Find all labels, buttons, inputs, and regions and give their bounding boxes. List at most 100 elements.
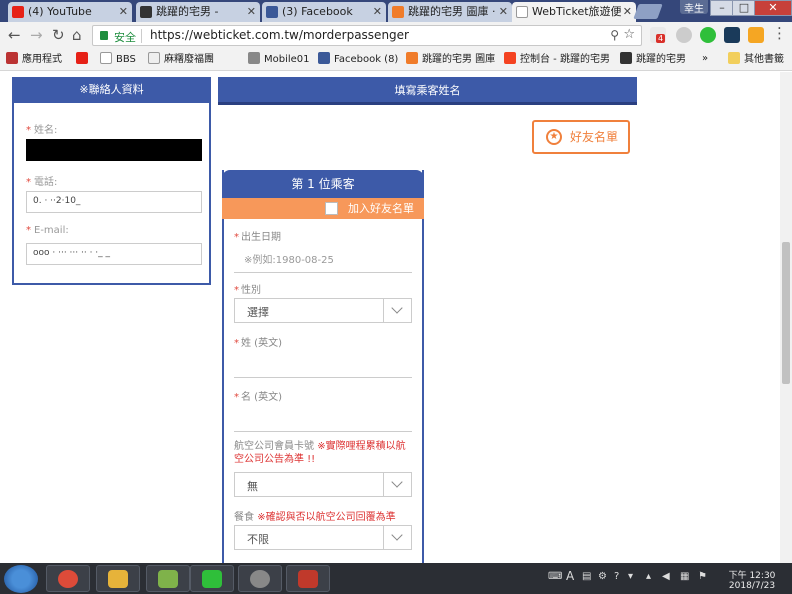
gender-value: 選擇	[247, 306, 269, 319]
add-friend-checkbox[interactable]	[325, 202, 338, 215]
bookmark-star-icon[interactable]: ☆	[623, 27, 635, 42]
bookmark-youtube[interactable]	[76, 52, 92, 67]
friend-list-label: 好友名單	[569, 130, 618, 144]
friend-list-button[interactable]: ★ 好友名單	[532, 120, 630, 154]
email-field[interactable]: ooo · ··· ··· ·· · ·_ _	[26, 243, 202, 265]
tab-label: WebTicket旅遊便	[532, 5, 622, 18]
record-icon	[250, 570, 270, 588]
tab-close-icon[interactable]: ✕	[119, 2, 128, 21]
meal-value: 不限	[247, 533, 269, 546]
chevron-down-icon	[383, 299, 411, 322]
url-text[interactable]: https://webticket.com.tw/morderpassenger	[150, 28, 409, 42]
chart-extension-icon[interactable]	[748, 27, 764, 43]
name-field[interactable]	[26, 139, 202, 161]
bookmark-facebook[interactable]: Facebook (8)	[318, 52, 398, 67]
help-icon[interactable]: ?	[614, 571, 619, 582]
home-icon[interactable]: ⌂	[72, 27, 82, 43]
extension-icon[interactable]: 4	[650, 27, 666, 43]
taskbar-recorder[interactable]	[238, 565, 282, 592]
url-divider	[141, 29, 142, 43]
ime-menu-icon[interactable]: ▾	[628, 571, 633, 582]
close-window-button[interactable]: ✕	[754, 0, 792, 16]
volume-icon[interactable]: ◀	[662, 571, 670, 582]
bookmark-other[interactable]: 其他書籤	[728, 52, 784, 67]
bookmark-label: 應用程式	[22, 54, 62, 65]
profile-name[interactable]: 幸生	[680, 0, 708, 15]
name-label: * 姓名:	[26, 125, 58, 136]
taskbar-line[interactable]	[190, 565, 234, 592]
network-icon[interactable]: ▦	[680, 571, 689, 582]
windows-taskbar: ⌨ A ▤ ⚙ ? ▾ ▴ ◀ ▦ ⚑ 下午 12:30 2018/7/23	[0, 563, 792, 594]
tab-close-icon[interactable]: ✕	[247, 2, 256, 21]
tab-label: 跳躍的宅男 -	[156, 5, 219, 18]
folder-icon	[728, 52, 740, 64]
bookmark-label: 控制台 - 跳躍的宅男	[520, 54, 610, 65]
surname-field[interactable]	[234, 377, 412, 378]
address-bar[interactable]: 安全 https://webticket.com.tw/morderpassen…	[92, 25, 642, 46]
tab-jumping-otaku[interactable]: 跳躍的宅男 - ✕	[136, 2, 260, 22]
phone-field[interactable]: 0. · ··2·10_	[26, 191, 202, 213]
tab-close-icon[interactable]: ✕	[499, 2, 508, 21]
taskbar-camera[interactable]	[286, 565, 330, 592]
page-scrollbar[interactable]	[780, 72, 792, 563]
show-hidden-icon[interactable]: ▴	[646, 571, 651, 582]
ime-indicator[interactable]: A	[566, 569, 574, 583]
taskbar-chrome[interactable]	[46, 565, 90, 592]
bookmark-label: 跳躍的宅男 圖庫	[422, 54, 496, 65]
bookmark-apps[interactable]: 應用程式	[6, 52, 62, 67]
reload-icon[interactable]: ↻	[52, 27, 65, 43]
input-method-icon[interactable]: ▤	[582, 571, 591, 582]
tab-facebook[interactable]: (3) Facebook ✕	[262, 2, 386, 22]
meal-select[interactable]: 不限	[234, 525, 412, 550]
settings-icon[interactable]: ⚙	[598, 571, 607, 582]
tab-gallery[interactable]: 跳躍的宅男 圖庫 · ✕	[388, 2, 512, 22]
chevron-down-icon	[383, 473, 411, 496]
bookmark-gallery[interactable]: 跳躍的宅男 圖庫	[406, 52, 495, 67]
tab-label: (4) YouTube	[28, 5, 92, 18]
bookmark-jumping-otaku[interactable]: 跳躍的宅男	[620, 52, 686, 67]
chevron-down-icon	[383, 526, 411, 549]
taskbar-image-viewer[interactable]	[146, 565, 190, 592]
back-arrow-icon[interactable]: ←	[8, 27, 21, 43]
bookmark-overflow[interactable]: »	[702, 52, 708, 66]
gender-select[interactable]: 選擇	[234, 298, 412, 323]
meal-label: 餐食 ※確認與否以航空公司回覆為準	[234, 512, 396, 523]
ci-extension-icon[interactable]	[724, 27, 740, 43]
keyboard-icon[interactable]: ⌨	[548, 571, 562, 582]
extension-badge: 4	[656, 34, 666, 43]
cloud-icon[interactable]	[676, 27, 692, 43]
minimize-button[interactable]: –	[710, 0, 734, 16]
facebook-icon	[266, 6, 278, 18]
chrome-icon	[58, 570, 78, 588]
new-tab-button[interactable]	[633, 4, 663, 19]
search-icon[interactable]: ⚲	[610, 28, 619, 42]
add-friend-row[interactable]: 加入好友名單	[222, 198, 424, 219]
taskbar-explorer[interactable]	[96, 565, 140, 592]
bookmark-bbs[interactable]: BBS	[100, 52, 136, 67]
flag-icon[interactable]: ⚑	[698, 571, 707, 582]
given-name-field[interactable]	[234, 431, 412, 432]
member-card-select[interactable]: 無	[234, 472, 412, 497]
passenger-card-title: 第 1 位乘客	[222, 170, 424, 198]
line-icon[interactable]	[700, 27, 716, 43]
scrollbar-thumb[interactable]	[782, 242, 790, 384]
tab-youtube[interactable]: (4) YouTube ✕	[8, 2, 132, 22]
bookmark-mobile01[interactable]: Mobile01	[248, 52, 310, 67]
tab-webticket[interactable]: WebTicket旅遊便 ✕	[512, 2, 636, 22]
clock-time[interactable]: 下午 12:30	[722, 568, 782, 581]
menu-icon[interactable]: ⋮	[772, 25, 787, 41]
tab-strip: (4) YouTube ✕ 跳躍的宅男 - ✕ (3) Facebook ✕ 跳…	[0, 0, 792, 22]
clock-date[interactable]: 2018/7/23	[722, 581, 782, 591]
forward-arrow-icon[interactable]: →	[30, 27, 43, 43]
tab-close-icon[interactable]: ✕	[373, 2, 382, 21]
bookmark-mochi[interactable]: 麻糬廢福團	[148, 52, 214, 67]
maximize-button[interactable]: □	[732, 0, 756, 16]
start-button[interactable]	[4, 565, 38, 593]
birth-date-field[interactable]: ※例如:1980-08-25	[244, 251, 334, 266]
contact-panel-title: ※聯絡人資料	[12, 77, 211, 103]
tab-close-icon[interactable]: ✕	[623, 2, 632, 21]
tab-label: (3) Facebook	[282, 5, 353, 18]
bookmark-control-panel[interactable]: 控制台 - 跳躍的宅男	[504, 52, 610, 67]
bookmark-label: 跳躍的宅男	[636, 54, 686, 65]
bookmarks-bar: 應用程式 BBS 麻糬廢福團 Mobile01 Facebook (8) 跳躍的…	[0, 49, 792, 71]
